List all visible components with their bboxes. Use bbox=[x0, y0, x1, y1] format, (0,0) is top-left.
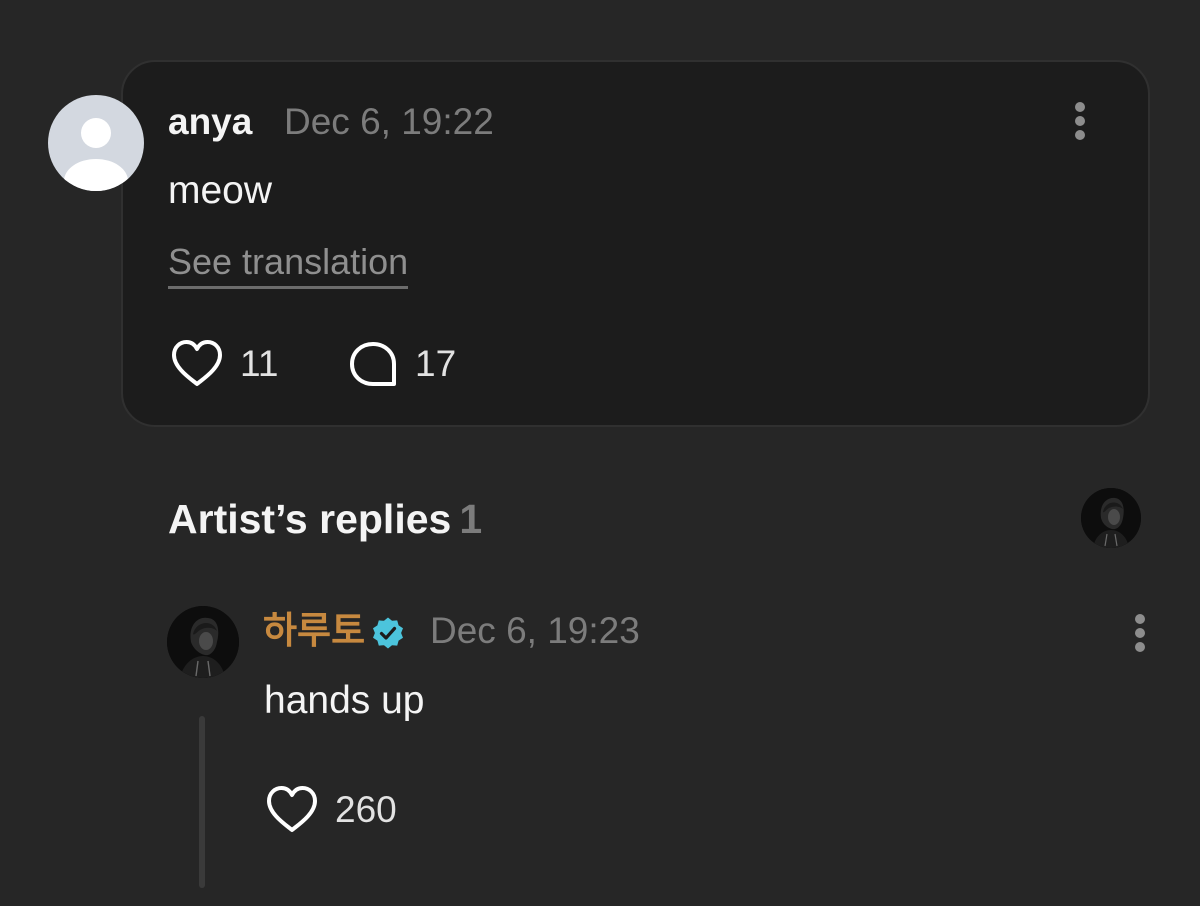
comment-timestamp: Dec 6, 19:22 bbox=[284, 101, 494, 142]
heart-outline-icon bbox=[172, 340, 222, 386]
heart-outline-icon bbox=[267, 786, 317, 832]
post-comment-screen: anya Dec 6, 19:22 meow See translation 1… bbox=[0, 0, 1200, 906]
artist-photo-icon bbox=[167, 606, 239, 678]
artist-photo-icon bbox=[1081, 488, 1141, 548]
reply-like-button[interactable]: 260 bbox=[265, 785, 397, 835]
see-translation-link[interactable]: See translation bbox=[168, 240, 409, 289]
speech-bubble-icon bbox=[350, 342, 396, 386]
verified-badge-icon bbox=[373, 617, 403, 649]
comment-like-count: 11 bbox=[240, 343, 279, 384]
comment-reply-count: 17 bbox=[415, 343, 457, 384]
comment-reply-button[interactable]: 17 bbox=[347, 339, 456, 389]
user-avatar[interactable] bbox=[48, 95, 144, 191]
artist-avatar[interactable] bbox=[167, 606, 239, 678]
reply-body: hands up bbox=[264, 679, 425, 722]
person-silhouette-icon bbox=[64, 118, 128, 191]
more-vertical-icon[interactable] bbox=[1070, 101, 1090, 145]
thread-connector-line bbox=[199, 716, 205, 888]
artist-replies-heading: Artist’s replies 1 bbox=[168, 494, 482, 544]
reply-like-count: 260 bbox=[335, 789, 397, 830]
comment-like-button[interactable]: 11 bbox=[170, 339, 278, 389]
artist-replies-count: 1 bbox=[459, 496, 483, 542]
reply-timestamp: Dec 6, 19:23 bbox=[430, 610, 640, 651]
comment-author-name[interactable]: anya bbox=[168, 100, 252, 144]
artist-replies-label: Artist’s replies bbox=[168, 496, 452, 542]
comment-body: meow bbox=[168, 169, 273, 212]
reply-author-name[interactable]: 하루토 bbox=[263, 609, 365, 653]
artist-avatar-thumbnail[interactable] bbox=[1081, 488, 1141, 548]
more-vertical-icon[interactable] bbox=[1130, 613, 1150, 657]
